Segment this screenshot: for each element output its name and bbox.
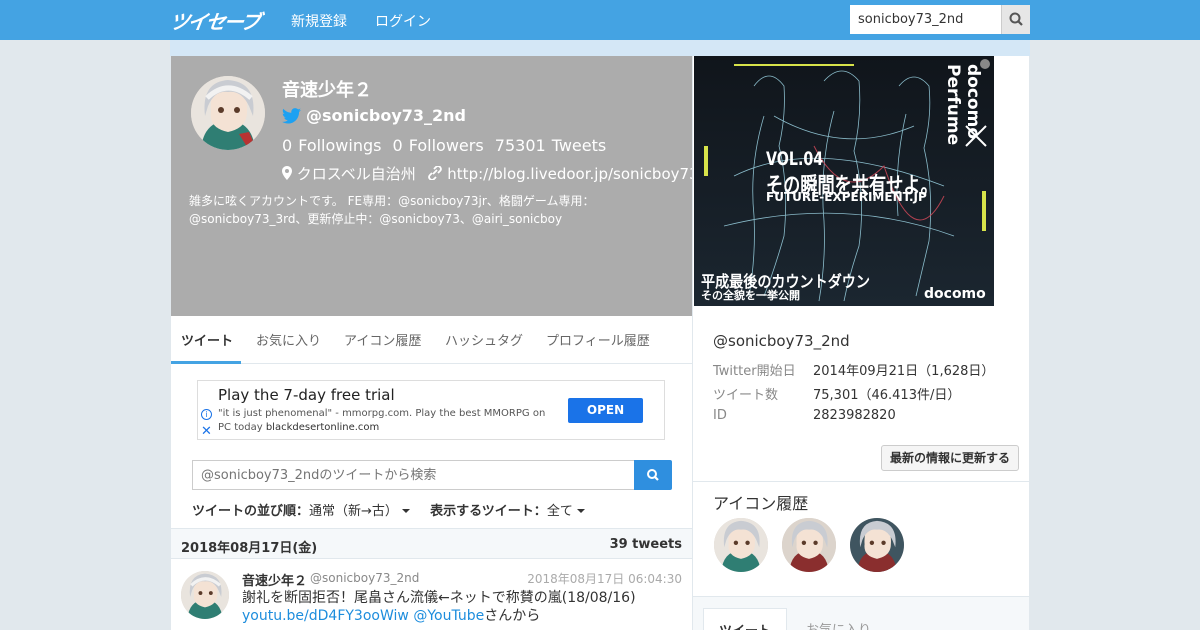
avatar[interactable] <box>181 571 229 619</box>
tab-hashtags[interactable]: ハッシュタグ <box>445 330 523 349</box>
sort-controls: ツイートの並び順：通常（新→古） 表示するツイート：全て <box>192 500 585 519</box>
sidebar-tab-favorites[interactable]: お気に入り <box>806 619 871 630</box>
header-strip <box>170 40 1030 56</box>
tweet-author-name[interactable]: 音速少年２ <box>242 570 307 589</box>
banner-vol: VOL.04 <box>766 148 824 170</box>
profile-name: 音速少年２ <box>282 80 372 101</box>
header-search <box>850 5 1030 34</box>
info-value: 2014年09月21日（1,628日） <box>813 364 995 379</box>
sidebar-tabs: ツイート お気に入り <box>693 596 1029 630</box>
site-logo[interactable]: ツイセーブ <box>168 6 261 35</box>
top-nav: ツイセーブ 新規登録 ログイン <box>0 0 1200 40</box>
map-pin-icon <box>282 166 292 180</box>
header-search-input[interactable] <box>850 5 1002 34</box>
update-info-button[interactable]: 最新の情報に更新する <box>881 445 1019 471</box>
login-link[interactable]: ログイン <box>375 11 431 31</box>
ad-info-icon[interactable]: i <box>201 409 212 420</box>
ad-open-button[interactable]: OPEN <box>568 398 643 423</box>
search-icon <box>1009 12 1023 26</box>
tweet-author-handle[interactable]: @sonicboy73_2nd <box>310 571 419 585</box>
profile-location-row: クロスベル自治州 http://blog.livedoor.jp/sonicbo… <box>282 163 699 184</box>
tweet-mention-youtube[interactable]: @YouTube <box>413 608 484 624</box>
profile-tabs: ツイート お気に入り アイコン履歴 ハッシュタグ プロフィール履歴 <box>171 316 692 364</box>
ad-body: "it is just phenomenal" - mmorpg.com. Pl… <box>218 407 553 435</box>
search-icon <box>647 469 659 481</box>
caret-down-icon <box>576 509 585 513</box>
tab-icon-history[interactable]: アイコン履歴 <box>344 330 421 349</box>
followers-label: Followers <box>408 136 484 155</box>
divider <box>693 481 1029 482</box>
tweet-text: 謝礼を断固拒否！尾畠さん流儀←ネットで称賛の嵐(18/08/16) youtu.… <box>242 589 682 625</box>
sort-order-label: ツイートの並び順： <box>192 504 310 519</box>
avatar[interactable] <box>191 76 265 150</box>
filter-value: 全て <box>546 504 573 519</box>
ad-domain[interactable]: blackdesertonline.com <box>266 422 379 433</box>
ad-banner-image[interactable]: docomo Perfume VOL.04 その瞬間を共有せよ。 FUTURE-… <box>694 56 994 306</box>
avatar-image <box>181 571 229 619</box>
caret-down-icon <box>401 509 410 513</box>
active-tab-indicator <box>171 361 241 364</box>
tweet-link-youtube[interactable]: youtu.be/dD4FY3ooWiw <box>242 608 409 624</box>
followings-count: 0 <box>282 136 293 155</box>
avatar-image <box>850 518 904 572</box>
signup-link[interactable]: 新規登録 <box>291 11 347 31</box>
banner-bottom-line2: その全貌を一挙公開 <box>701 289 800 302</box>
day-date[interactable]: 2018年08月17日(金) <box>181 537 317 556</box>
profile-description: 雑多に呟くアカウントです。 FE専用：@sonicboy73jr、格闘ゲーム専用… <box>189 194 595 226</box>
ad-close-icon[interactable]: ✕ <box>201 424 212 439</box>
filter-dropdown[interactable]: 表示するツイート：全て <box>430 504 585 519</box>
followers-count: 0 <box>392 136 403 155</box>
followings-label: Followings <box>298 136 382 155</box>
tweet-search <box>192 460 672 490</box>
ad-title[interactable]: Play the 7-day free trial <box>218 386 395 404</box>
tweet-timestamp[interactable]: 2018年08月17日 06:04:30 <box>527 570 682 587</box>
tweets-label: Tweets <box>551 136 607 155</box>
avatar-image <box>782 518 836 572</box>
info-value: 2823982820 <box>813 408 896 423</box>
profile-url[interactable]: http://blog.livedoor.jp/sonicboy73 <box>447 165 698 183</box>
banner-logo: docomo <box>924 286 986 302</box>
tweets-count: 75301 <box>494 136 546 155</box>
icon-history-title: アイコン履歴 <box>713 494 809 513</box>
tweet-item: 音速少年２ @sonicboy73_2nd 2018年08月17日 06:04:… <box>171 559 692 630</box>
filter-label: 表示するツイート： <box>430 504 547 519</box>
avatar-image <box>191 76 265 150</box>
sort-order-dropdown[interactable]: ツイートの並び順：通常（新→古） <box>192 504 410 519</box>
avatar-image <box>714 518 768 572</box>
profile-location: クロスベル自治州 <box>296 165 416 183</box>
ad-banner[interactable]: Play the 7-day free trial "it is just ph… <box>197 380 665 440</box>
header-search-button[interactable] <box>1001 5 1030 34</box>
link-icon <box>427 165 442 181</box>
tweet-search-input[interactable] <box>192 460 635 490</box>
day-tweet-count: 39 tweets <box>609 537 682 552</box>
info-value: 75,301（46.413件/日） <box>813 388 961 403</box>
info-key: ツイート数 <box>713 388 779 403</box>
profile-handle-text: @sonicboy73_2nd <box>306 106 466 125</box>
tweet-text-after: さんから <box>484 608 541 624</box>
tab-profile-history[interactable]: プロフィール履歴 <box>546 330 650 349</box>
profile-stats: 0 Followings 0 Followers 75301 Tweets <box>282 136 612 155</box>
info-key: Twitter開始日 <box>713 364 796 379</box>
banner-site: FUTURE-EXPERIMENT.JP <box>766 190 927 204</box>
icon-history-avatar-3[interactable] <box>850 518 904 572</box>
tweet-search-button[interactable] <box>634 460 672 490</box>
sort-order-value: 通常（新→古） <box>309 504 398 519</box>
profile-handle[interactable]: @sonicboy73_2nd <box>282 106 466 125</box>
icon-history-avatar-1[interactable] <box>714 518 768 572</box>
side-column: docomo Perfume VOL.04 その瞬間を共有せよ。 FUTURE-… <box>692 56 1029 630</box>
sidebar-tab-tweets[interactable]: ツイート <box>703 608 787 630</box>
twitter-bird-icon <box>282 108 301 124</box>
day-header: 2018年08月17日(金) 39 tweets <box>171 528 692 559</box>
info-key: ID <box>713 408 727 423</box>
banner-brand-vertical: docomo Perfume <box>943 64 983 146</box>
main-column: 音速少年２ @sonicboy73_2nd 0 Followings 0 Follo… <box>171 56 699 630</box>
icon-history-avatar-2[interactable] <box>782 518 836 572</box>
sidebar-handle: @sonicboy73_2nd <box>713 332 850 350</box>
profile-header: 音速少年２ @sonicboy73_2nd 0 Followings 0 Follo… <box>171 56 699 316</box>
tweet-text-before: 謝礼を断固拒否！尾畠さん流儀←ネットで称賛の嵐(18/08/16) <box>242 590 636 606</box>
tab-tweets[interactable]: ツイート <box>181 330 233 349</box>
tab-favorites[interactable]: お気に入り <box>256 330 321 349</box>
